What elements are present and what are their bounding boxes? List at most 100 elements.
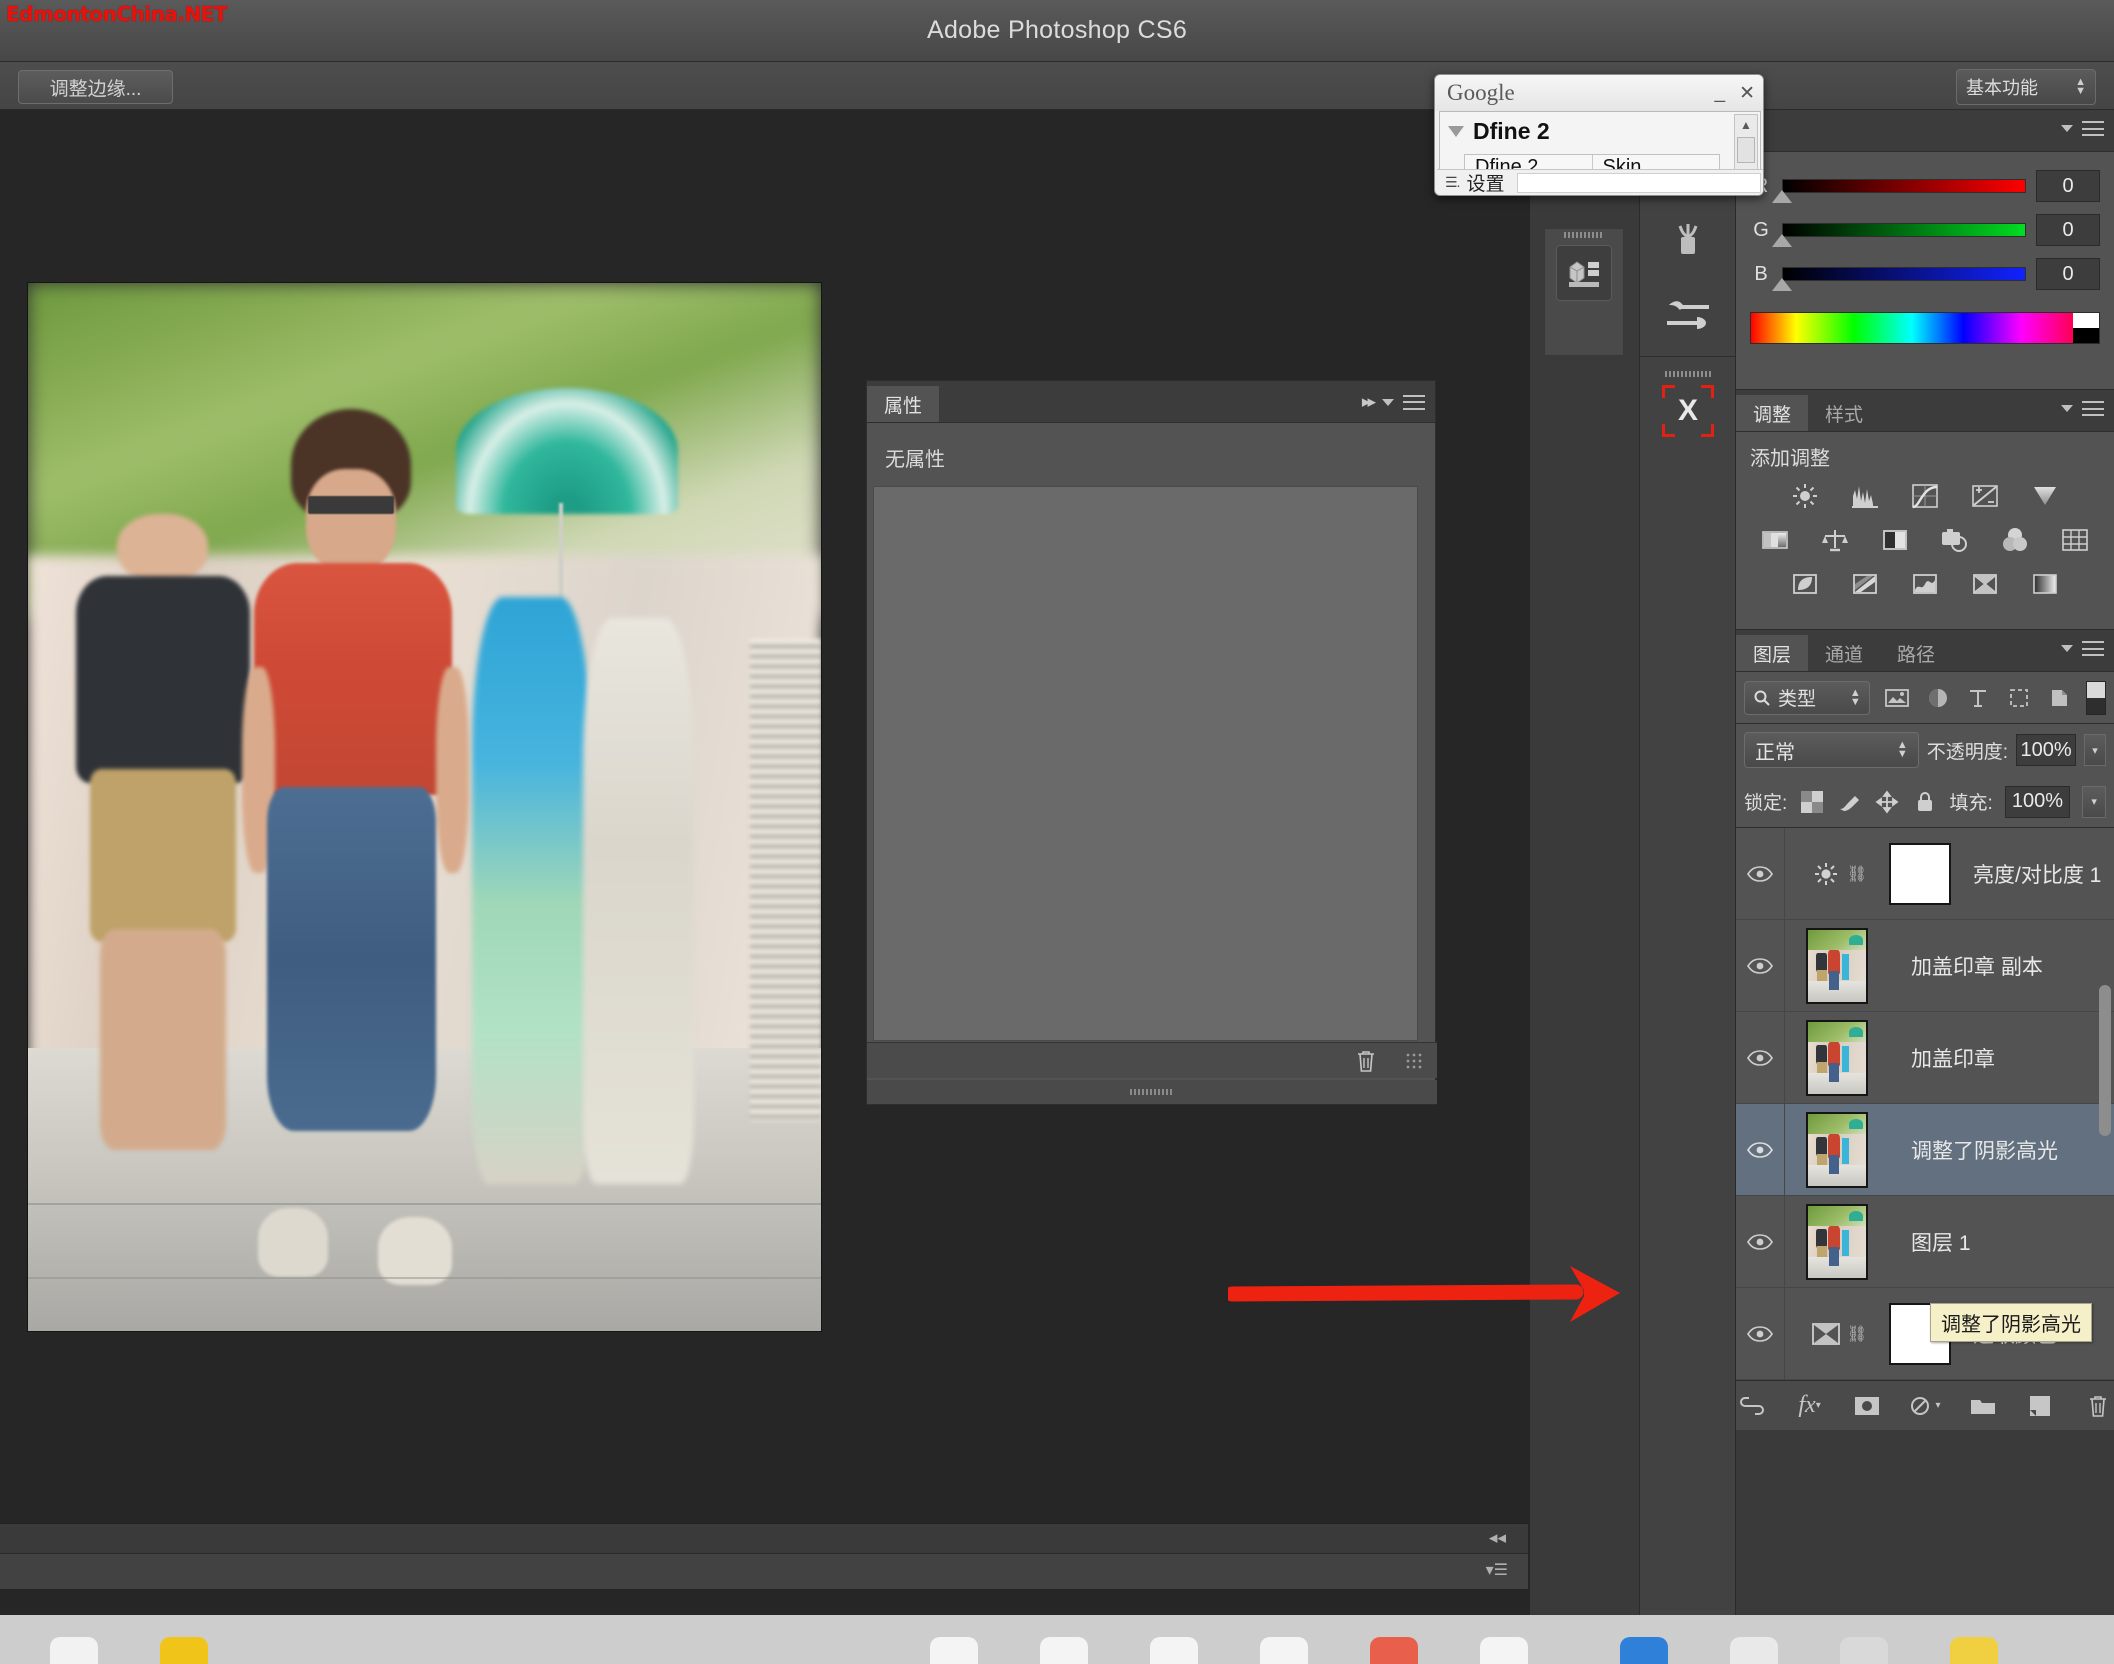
layer-image-thumbnail[interactable] [1806,1020,1868,1096]
slider-track-r[interactable] [1782,179,2026,193]
link-layers-icon[interactable] [1736,1391,1768,1421]
link-mask-icon[interactable]: ⛓ [1849,1321,1865,1347]
dock-icon[interactable] [1620,1637,1668,1664]
layer-visibility-toggle[interactable] [1736,866,1784,882]
panel-drag-grip[interactable] [867,1080,1437,1104]
selective-color-icon[interactable] [1966,569,2004,599]
hue-saturation-icon[interactable] [1756,525,1794,555]
type-filter-icon[interactable] [1965,684,1992,712]
layer-list[interactable]: ⛓ 亮度/对比度 1 加盖印章 副本 [1736,828,2114,1380]
layer-name[interactable]: 调整了阴影高光 [1889,1135,2058,1165]
opacity-dropdown-arrow-icon[interactable]: ▾ [2084,734,2106,766]
layer-thumbnail-cell[interactable]: ⛓ [1785,859,1889,889]
layer-style-fx-icon[interactable]: fx▾ [1794,1391,1826,1421]
new-adjustment-icon[interactable]: ▾ [1909,1391,1941,1421]
layer-thumbnail-cell[interactable] [1785,1020,1889,1096]
layer-name[interactable]: 图层 1 [1889,1227,1971,1257]
settings-field[interactable] [1517,173,1761,193]
collapse-triangle-icon[interactable] [1448,126,1464,137]
layers-scrollbar[interactable] [2099,834,2111,1374]
channel-value-g[interactable]: 0 [2036,214,2100,246]
layer-visibility-toggle[interactable] [1736,1050,1784,1066]
slider-row-g[interactable]: G 0 [1750,208,2100,252]
delete-icon[interactable] [1349,1046,1383,1076]
table-row[interactable]: 加盖印章 [1736,1012,2114,1104]
canvas-scroll-strip[interactable]: ◂◂ [0,1523,1528,1553]
new-layer-icon[interactable] [2025,1391,2057,1421]
collapse-arrows-icon[interactable]: ◂◂ [1489,1528,1506,1548]
chevron-down-icon[interactable] [2061,405,2073,412]
add-mask-icon[interactable] [1851,1391,1883,1421]
panel-menu-icon[interactable]: ▾☰ [1486,1560,1508,1580]
table-row[interactable]: ⛓ 亮度/对比度 1 [1736,828,2114,920]
link-mask-icon[interactable]: ⛓ [1849,861,1865,887]
dock-icon[interactable] [1260,1637,1308,1664]
settings-button[interactable]: 设置 [1466,169,1504,196]
invert-icon[interactable] [1786,569,1824,599]
filter-kind-dropdown[interactable]: 类型 ▲▼ [1744,681,1870,715]
dock-icon[interactable] [1040,1637,1088,1664]
tab-properties[interactable]: 属性 [867,386,939,422]
mini-bridge-icon[interactable] [1556,245,1612,301]
chevron-down-icon[interactable] [2061,645,2073,652]
panel-options-menu-icon[interactable] [2082,121,2104,136]
history-brush-icon[interactable] [1640,206,1736,278]
dock-icon[interactable] [1370,1637,1418,1664]
adjustment-filter-icon[interactable] [1924,684,1951,712]
workspace-selector[interactable]: 基本功能 ▲▼ [1956,69,2096,105]
exposure-icon[interactable] [1966,481,2004,511]
table-row[interactable]: 调整了阴影高光 [1736,1104,2114,1196]
color-spectrum-ramp[interactable] [1750,312,2100,344]
expand-arrows-icon[interactable]: ▸▸ [1362,392,1373,412]
dock-icon[interactable] [50,1637,98,1664]
lock-all-icon[interactable] [1912,789,1937,815]
dock-icon[interactable] [1730,1637,1778,1664]
panel-options-menu-icon[interactable] [2082,401,2104,416]
channel-value-b[interactable]: 0 [2036,258,2100,290]
rgb-sliders[interactable]: R 0 G 0 B 0 [1736,152,2114,306]
layer-mask-thumbnail[interactable] [1889,843,1951,905]
rail-drag-grip[interactable] [1545,229,1623,241]
document-work-area[interactable]: ◂◂ ▾☰ 属性 ▸▸ 无属性 [0,110,1530,1615]
os-taskbar[interactable] [0,1615,2114,1664]
tab-adjustments[interactable]: 调整 [1736,395,1808,431]
layer-image-thumbnail[interactable] [1806,928,1868,1004]
layer-thumbnail-cell[interactable] [1785,928,1889,1004]
tab-layers[interactable]: 图层 [1736,635,1808,671]
panel-options-menu-icon[interactable] [2082,641,2104,656]
levels-icon[interactable] [1846,481,1884,511]
color-balance-icon[interactable] [1816,525,1854,555]
dock-icon[interactable] [1480,1637,1528,1664]
vibrance-icon[interactable] [2026,481,2064,511]
layer-visibility-toggle[interactable] [1736,958,1784,974]
adjustments-panel[interactable]: 调整 样式 添加调整 [1736,390,2114,630]
minimize-icon[interactable]: _ [1715,82,1726,104]
color-panel[interactable]: R 0 G 0 B 0 [1736,110,2114,390]
brush-presets-icon[interactable] [1640,278,1736,350]
slider-track-b[interactable] [1782,267,2026,281]
filter-toggle-switch[interactable] [2086,681,2106,715]
layer-name[interactable]: 加盖印章 [1889,1043,1995,1073]
layer-visibility-toggle[interactable] [1736,1326,1784,1342]
layer-name[interactable]: 亮度/对比度 1 [1951,859,2101,889]
channel-value-r[interactable]: 0 [2036,170,2100,202]
table-row[interactable]: 加盖印章 副本 [1736,920,2114,1012]
panel-options-menu-icon[interactable] [1403,395,1425,410]
x-disabled-icon[interactable]: X [1640,375,1736,447]
mini-bridge-rail-box[interactable] [1544,228,1624,356]
chevron-down-icon[interactable] [2061,125,2073,132]
layer-visibility-toggle[interactable] [1736,1142,1784,1158]
curves-icon[interactable] [1906,481,1944,511]
shape-filter-icon[interactable] [2005,684,2032,712]
new-group-icon[interactable] [1967,1391,1999,1421]
close-icon[interactable]: ✕ [1739,82,1755,105]
layer-name[interactable]: 加盖印章 副本 [1889,951,2043,981]
layer-thumbnail-cell[interactable] [1785,1204,1889,1280]
tab-channels[interactable]: 通道 [1808,635,1880,671]
pixel-filter-icon[interactable] [1884,684,1911,712]
properties-panel[interactable]: 属性 ▸▸ 无属性 [866,380,1436,1105]
opacity-input[interactable]: 100% [2016,734,2076,766]
slider-thumb-b[interactable] [1772,278,1792,291]
brightness-contrast-icon[interactable] [1786,481,1824,511]
dock-icon[interactable] [930,1637,978,1664]
